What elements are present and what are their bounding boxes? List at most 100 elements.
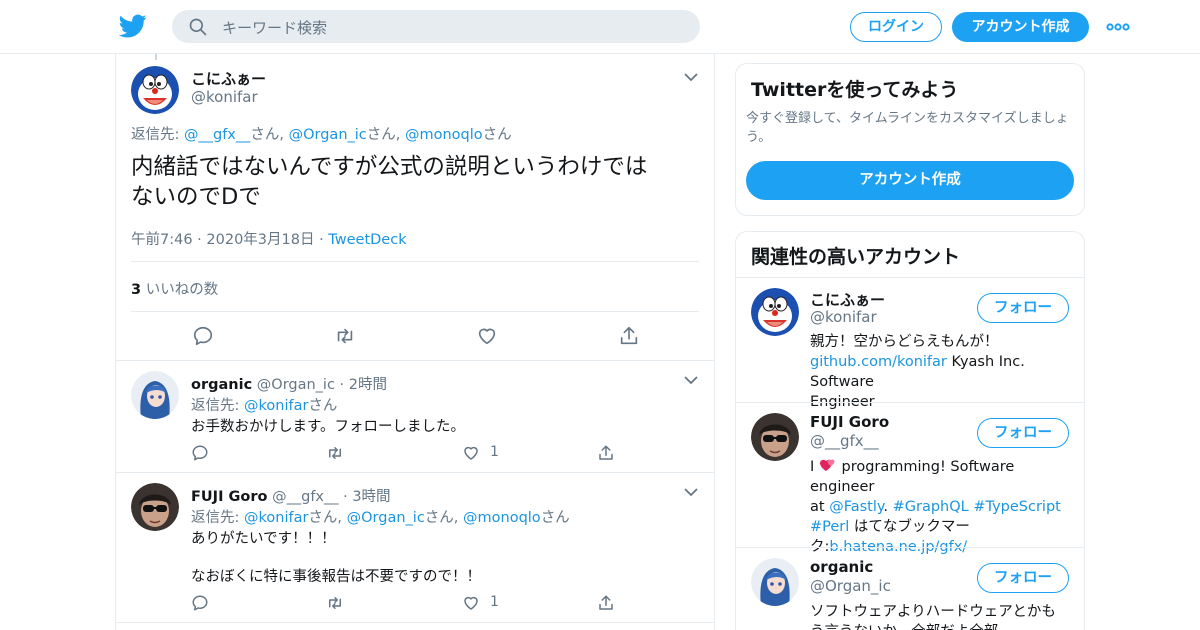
follow-button[interactable]: フォロー [977,418,1069,448]
reply-icon[interactable] [191,594,209,612]
heart-icon[interactable] [476,325,498,347]
san-suffix: さん [366,127,396,143]
hashtag-link[interactable]: #GraphQL [893,499,969,515]
chevron-down-icon[interactable] [684,72,698,82]
source-link[interactable]: TweetDeck [328,232,406,248]
retweet-icon[interactable] [334,325,356,347]
account-handle[interactable]: @__gfx__ [810,432,879,450]
tweet-text-line: 内緒話ではないんですが公式の説明というわけでは [131,154,648,180]
mention-link[interactable]: @monoqlo [463,510,541,526]
follow-button[interactable]: フォロー [977,293,1069,323]
avatar[interactable] [131,66,179,114]
bio-line: github.com/konifar Kyash Inc. Software [810,352,1072,392]
divider [116,622,714,623]
share-icon[interactable] [597,594,615,612]
search-icon [189,18,207,36]
reply-time[interactable]: 3時間 [352,489,390,505]
like-label: いいねの数 [141,282,219,298]
reply-header: FUJI Goro @__gfx__ · 3時間 [191,485,391,506]
avatar[interactable] [751,413,799,461]
reply-author-name[interactable]: organic [191,377,252,393]
account-name[interactable]: FUJI Goro [810,413,889,431]
follow-button[interactable]: フォロー [977,563,1069,593]
signup-card-button[interactable]: アカウント作成 [746,161,1074,200]
chevron-down-icon[interactable] [684,487,698,497]
reply-icon[interactable] [192,325,214,347]
more-icon[interactable] [1106,18,1130,36]
mention-link[interactable]: @Fastly [829,499,883,515]
signup-card: Twitterを使ってみよう 今すぐ登録して、タイムラインをカスタマイズしましょ… [735,63,1085,216]
avatar[interactable] [751,558,799,606]
bio-line: I programming! Software engineer [810,457,1072,497]
reply-to-line: 返信先: @konifarさん, @Organ_icさん, @monoqloさん [191,506,570,527]
divider [131,311,699,312]
avatar[interactable] [751,288,799,336]
doraemon-avatar-icon [131,66,179,114]
reply-time[interactable]: 2時間 [349,377,387,393]
retweet-icon[interactable] [326,444,344,462]
comma: , [337,510,347,526]
avatar[interactable] [131,483,179,531]
mention-link[interactable]: @Organ_ic [347,510,425,526]
fuji-goro-avatar-icon [751,413,799,461]
heart-icon[interactable] [462,594,480,612]
reply-author-handle[interactable]: @__gfx__ [272,489,338,505]
author-handle[interactable]: @konifar [191,88,258,106]
bio-line: #Perl はてなブックマー [810,517,1072,537]
comma: , [395,127,405,143]
signup-button[interactable]: アカウント作成 [952,12,1089,42]
mention-link[interactable]: @konifar [244,398,308,414]
reply-text: お手数おかけします。フォローしました。 [191,419,466,435]
heart-emoji-icon [819,459,835,471]
bio-line: う言うないか。全部だよ全部 [810,622,1072,630]
retweet-icon[interactable] [326,594,344,612]
related-accounts-card: 関連性の高いアカウント こにふぁー @konifar フォロー 親方！空からどら… [735,231,1085,630]
account-bio: 親方！空からどらえもんが！ github.com/konifar Kyash I… [810,332,1072,412]
share-icon[interactable] [618,325,640,347]
author-name[interactable]: こにふぁー [191,68,266,89]
mention-link[interactable]: @Organ_ic [289,127,367,143]
like-count: 3 [131,282,142,298]
search-box[interactable]: キーワード検索 [172,10,700,43]
tweet-text: 内緒話ではないんですが公式の説明というわけでは ないのでDで [131,152,696,212]
divider [116,472,714,473]
bio-text: . [883,499,893,515]
mention-link[interactable]: @__gfx__ [184,127,250,143]
search-input[interactable]: キーワード検索 [222,17,327,38]
reply-icon[interactable] [191,444,209,462]
account-name[interactable]: こにふぁー [810,289,885,310]
thread-connector [155,54,157,60]
divider [736,277,1084,278]
timestamp-text[interactable]: 午前7:46 · 2020年3月18日 · [131,232,328,248]
share-icon[interactable] [597,444,615,462]
reply-text: ありがたいです！！！ [191,531,336,547]
hashtag-link[interactable]: #Perl [810,519,849,535]
divider [736,402,1084,403]
reply-author-handle[interactable]: @Organ_ic [257,377,335,393]
comma: , [453,510,464,526]
top-bar: キーワード検索 ログイン アカウント作成 [0,0,1200,54]
san-suffix: さん [424,510,454,526]
like-stats[interactable]: 3 いいねの数 [131,278,218,299]
mention-link[interactable]: @konifar [244,510,308,526]
heart-icon[interactable] [462,444,480,462]
account-handle[interactable]: @Organ_ic [810,577,891,595]
account-name[interactable]: organic [810,558,873,576]
bio-text: はてなブックマー [849,519,970,535]
san-suffix: さん [308,510,338,526]
login-button[interactable]: ログイン [850,12,942,42]
san-suffix: さん [482,127,512,143]
mention-link[interactable]: @monoqlo [405,127,483,143]
bio-link[interactable]: github.com/konifar [810,354,947,370]
avatar[interactable] [131,371,179,419]
tweet-column: こにふぁー @konifar 返信先: @__gfx__さん, @Organ_i… [115,54,715,630]
bio-text: I [810,459,819,475]
reply-author-name[interactable]: FUJI Goro [191,489,268,505]
bio-text: at [810,499,830,515]
san-suffix: さん [308,398,338,414]
chevron-down-icon[interactable] [684,375,698,385]
comma: , [279,127,289,143]
hashtag-link[interactable]: #TypeScript [973,499,1061,515]
twitter-bird-icon[interactable] [119,12,147,40]
account-handle[interactable]: @konifar [810,308,877,326]
